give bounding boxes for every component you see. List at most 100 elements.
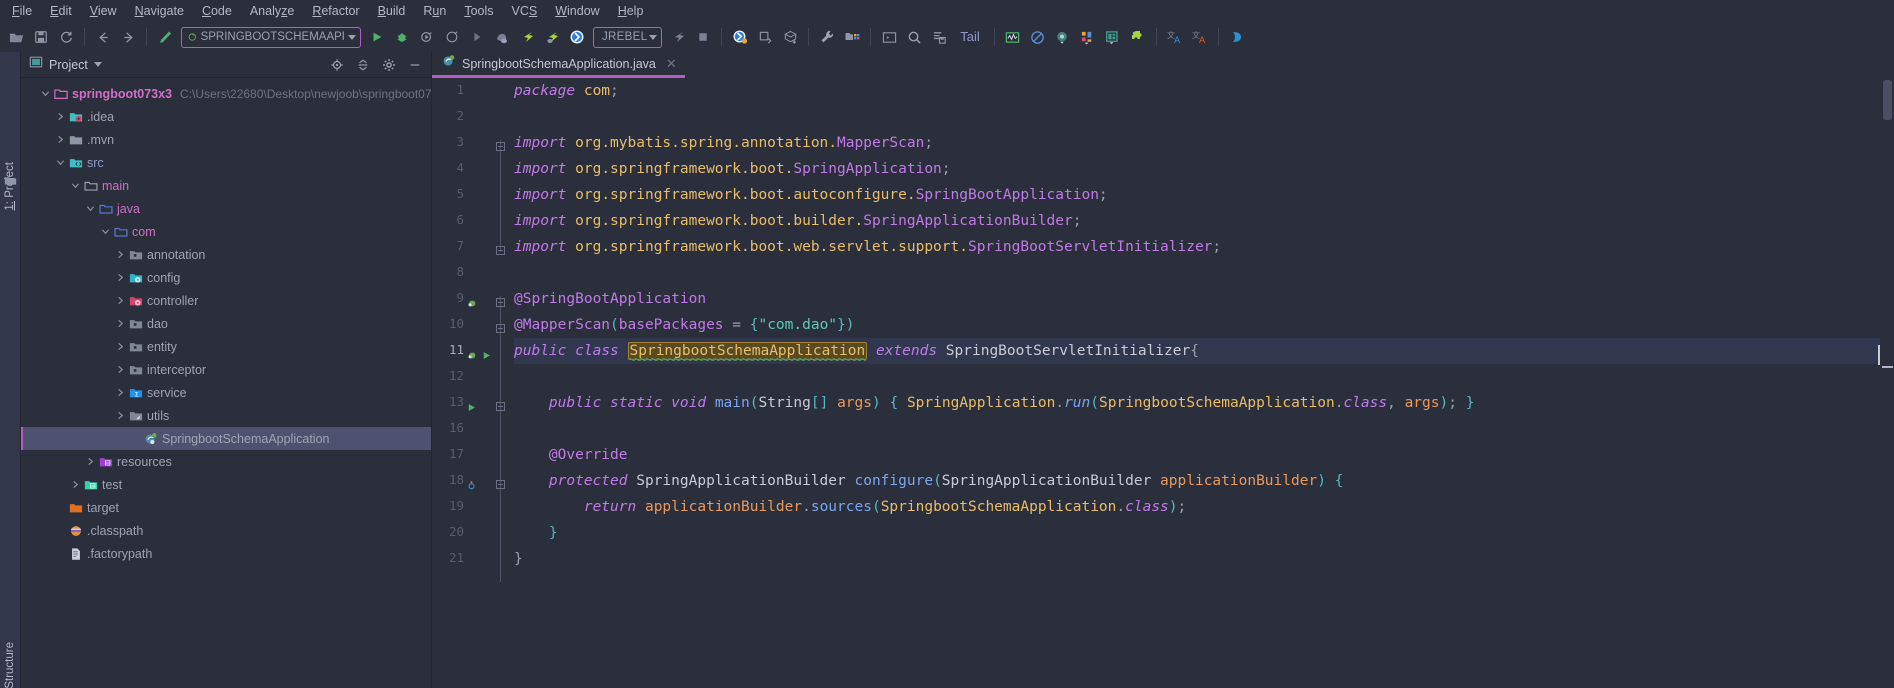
chevron-right-icon[interactable] bbox=[54, 112, 67, 121]
tree-node-mvn[interactable]: .mvn bbox=[21, 128, 431, 151]
menu-item-window[interactable]: Window bbox=[547, 2, 607, 20]
code-line-5[interactable]: import org.springframework.boot.autoconf… bbox=[514, 182, 1880, 208]
codota-icon[interactable] bbox=[1225, 25, 1249, 49]
chevron-right-icon[interactable] bbox=[114, 342, 127, 351]
tree-node-springbootschemaapplication[interactable]: SpringbootSchemaApplication bbox=[21, 427, 431, 450]
jrebel-debug-icon[interactable] bbox=[490, 25, 514, 49]
tree-node-annotation[interactable]: annotation bbox=[21, 243, 431, 266]
settings-wrench-icon[interactable] bbox=[815, 25, 839, 49]
code-line-7[interactable]: import org.springframework.boot.web.serv… bbox=[514, 234, 1880, 260]
fold-toggle-line-3[interactable] bbox=[496, 142, 505, 151]
debug-icon[interactable] bbox=[390, 25, 414, 49]
update-application-icon[interactable] bbox=[753, 25, 777, 49]
rerun-icon[interactable] bbox=[465, 25, 489, 49]
folder-icon[interactable] bbox=[4, 174, 17, 192]
close-icon[interactable]: ✕ bbox=[666, 56, 677, 72]
overriding-method-icon[interactable] bbox=[466, 478, 477, 496]
sonarlint-icon[interactable] bbox=[1051, 25, 1075, 49]
chevron-right-icon[interactable] bbox=[114, 411, 127, 420]
jrebel-run-icon[interactable] bbox=[515, 25, 539, 49]
tree-node-config[interactable]: config bbox=[21, 266, 431, 289]
spring-bean-icon[interactable] bbox=[466, 348, 478, 366]
code-line-6[interactable]: import org.springframework.boot.builder.… bbox=[514, 208, 1880, 234]
fold-toggle-line-18[interactable] bbox=[496, 480, 505, 489]
menu-item-refactor[interactable]: Refactor bbox=[304, 2, 367, 20]
fold-toggle-line-13[interactable] bbox=[496, 402, 505, 411]
tree-node-dao[interactable]: dao bbox=[21, 312, 431, 335]
tail-button[interactable]: Tail bbox=[952, 28, 988, 46]
fold-toggle-line-10[interactable] bbox=[496, 324, 505, 333]
save-icon[interactable] bbox=[29, 25, 53, 49]
fold-toggle-line-7[interactable] bbox=[496, 246, 505, 255]
monitor-graph-icon[interactable] bbox=[1001, 25, 1025, 49]
menu-item-build[interactable]: Build bbox=[370, 2, 414, 20]
tree-node-java[interactable]: java bbox=[21, 197, 431, 220]
chevron-down-icon[interactable] bbox=[93, 62, 102, 67]
tree-node-src[interactable]: src bbox=[21, 151, 431, 174]
disable-icon[interactable] bbox=[1026, 25, 1050, 49]
code-editor[interactable]: 1 2 3 4 5 6 7 8 9 10 11 12 13 16 17 18 19 20 21 package co… bbox=[432, 78, 1894, 688]
tree-node-classpath[interactable]: .classpath bbox=[21, 519, 431, 542]
menu-item-tools[interactable]: Tools bbox=[456, 2, 501, 20]
editor-scrollbar[interactable] bbox=[1880, 78, 1894, 688]
fold-column[interactable] bbox=[494, 78, 508, 688]
spring-bean-icon[interactable] bbox=[466, 296, 478, 314]
tree-node-test[interactable]: test bbox=[21, 473, 431, 496]
tree-node-factorypath[interactable]: .factorypath bbox=[21, 542, 431, 565]
code-line-2[interactable] bbox=[514, 104, 1880, 130]
scrollbar-thumb[interactable] bbox=[1883, 80, 1892, 120]
jrebel-selector[interactable]: JREBEL bbox=[593, 26, 663, 48]
build-hammer-icon[interactable] bbox=[153, 25, 177, 49]
translate-orange-icon[interactable]: 文A bbox=[1188, 25, 1212, 49]
code-lines[interactable]: package com; import org.mybatis.spring.an… bbox=[508, 78, 1880, 688]
menu-item-code[interactable]: Code bbox=[194, 2, 240, 20]
terminal-icon[interactable] bbox=[877, 25, 901, 49]
menu-item-help[interactable]: Help bbox=[610, 2, 652, 20]
scroll-from-source-icon[interactable] bbox=[327, 55, 347, 75]
chevron-down-icon[interactable] bbox=[54, 158, 67, 167]
tree-node-controller[interactable]: controller bbox=[21, 289, 431, 312]
code-line-12[interactable] bbox=[514, 364, 1880, 390]
chevron-right-icon[interactable] bbox=[69, 480, 82, 489]
chevron-right-icon[interactable] bbox=[54, 135, 67, 144]
run-with-coverage-icon[interactable] bbox=[415, 25, 439, 49]
chevron-right-icon[interactable] bbox=[114, 250, 127, 259]
code-line-19[interactable]: return applicationBuilder.sources(Spring… bbox=[514, 494, 1880, 520]
menu-item-navigate[interactable]: Navigate bbox=[127, 2, 192, 20]
run-gutter-icon[interactable] bbox=[481, 348, 492, 366]
scrollbar-marker[interactable] bbox=[1882, 366, 1893, 368]
tab-springboot-schema-application[interactable]: SpringbootSchemaApplication.java ✕ bbox=[432, 52, 685, 78]
code-line-10[interactable]: @MapperScan(basePackages = {"com.dao"}) bbox=[514, 312, 1880, 338]
code-line-13[interactable]: public static void main (String[] args) {… bbox=[514, 390, 1880, 416]
code-line-4[interactable]: import org.springframework.boot.SpringAp… bbox=[514, 156, 1880, 182]
code-line-18[interactable]: protected SpringApplicationBuilder confi… bbox=[514, 468, 1880, 494]
tree-node-com[interactable]: com bbox=[21, 220, 431, 243]
arrow-back-icon[interactable] bbox=[91, 25, 115, 49]
code-line-20[interactable]: } bbox=[514, 520, 1880, 546]
tree-node-springboot073x3[interactable]: springboot073x3 C:\Users\22680\Desktop\ne… bbox=[21, 82, 431, 105]
run-gutter-icon[interactable] bbox=[466, 400, 477, 418]
code-line-3[interactable]: import org.mybatis.spring.annotation.Map… bbox=[514, 130, 1880, 156]
tree-node-service[interactable]: Σservice bbox=[21, 381, 431, 404]
sync-icon[interactable] bbox=[54, 25, 78, 49]
tree-node-interceptor[interactable]: interceptor bbox=[21, 358, 431, 381]
profiler-icon[interactable] bbox=[440, 25, 464, 49]
tree-node-resources[interactable]: resources bbox=[21, 450, 431, 473]
menu-item-run[interactable]: Run bbox=[415, 2, 454, 20]
chevron-down-icon[interactable] bbox=[649, 34, 658, 40]
search-everywhere-icon[interactable] bbox=[902, 25, 926, 49]
xrebel-monitor-icon[interactable] bbox=[728, 25, 752, 49]
jrebel-run-alt-icon[interactable] bbox=[540, 25, 564, 49]
menu-item-view[interactable]: View bbox=[82, 2, 125, 20]
jrebel-stop-icon[interactable] bbox=[666, 25, 690, 49]
menu-item-file[interactable]: File bbox=[4, 2, 40, 20]
project-structure-icon[interactable] bbox=[840, 25, 864, 49]
stop-square-icon[interactable] bbox=[691, 25, 715, 49]
chevron-down-icon[interactable] bbox=[348, 34, 356, 40]
code-line-16[interactable] bbox=[514, 416, 1880, 442]
fold-toggle-line-9[interactable] bbox=[496, 298, 505, 307]
arrow-forward-icon[interactable] bbox=[116, 25, 140, 49]
tree-node-idea[interactable]: .idea bbox=[21, 105, 431, 128]
tree-node-utils[interactable]: utils bbox=[21, 404, 431, 427]
plugin-puzzle-icon[interactable] bbox=[1126, 25, 1150, 49]
